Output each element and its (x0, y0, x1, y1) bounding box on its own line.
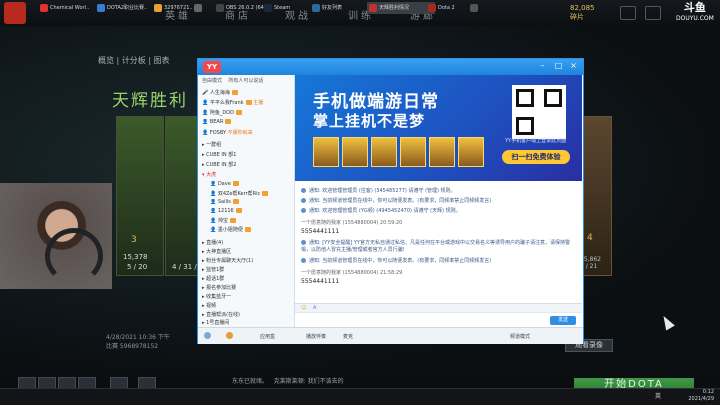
qr-code-icon (512, 85, 566, 139)
headset-icon (45, 228, 103, 284)
yy-titlebar[interactable]: YY – □ × (198, 59, 583, 75)
qr-caption: YY手机客户端上登录此页面 (505, 138, 567, 144)
banner-hero-portraits (313, 137, 493, 167)
hero-rank: 4 (587, 233, 593, 243)
hero-portrait (458, 137, 484, 167)
chat-message: 5554441111 (301, 228, 340, 235)
taskbar-item[interactable] (468, 2, 500, 14)
app-icon[interactable] (226, 332, 233, 339)
maximize-icon[interactable]: □ (554, 61, 563, 70)
accompaniment-button[interactable]: 播放伴奏 (306, 333, 326, 340)
yy-voice-window: YY – □ × 自由模式 所有人可以说话 🎤 人生海海 👤 平平么我Frank… (197, 58, 584, 344)
chat-message: 通知: 当前频道管理员在线中，你可以随便发表。(有要求，同频率禁止同频频发言) (301, 198, 579, 205)
taskbar-item[interactable]: 天辉胜利情况 (367, 2, 435, 14)
hero-portrait (400, 137, 426, 167)
hero-portrait (313, 137, 339, 167)
match-info: 4/28/2021 10:36 下午 比赛 5968978152 (106, 334, 170, 350)
emoji-icon[interactable]: ☺ (301, 305, 306, 311)
hero-portrait (429, 137, 455, 167)
user-row[interactable]: 👤 BEAR (202, 119, 292, 129)
chat-input[interactable] (295, 312, 582, 327)
chat-message: 通知: [YY安全提醒] YY官方无私自通过私信、凡是任何在平台或游戏中以交易名… (301, 240, 570, 253)
dota-chat-feed: 东东已就绪。 克莱斯莱顿: 我们不该去的 (232, 378, 344, 385)
hero-networth: 15,378 (123, 253, 148, 261)
group-row[interactable]: ▸ 一群组 (202, 141, 292, 151)
input-language[interactable]: 英 (655, 391, 661, 400)
channel-tree: 自由模式 所有人可以说话 🎤 人生海海 👤 平平么我Frank 主播 👤 阿鱼_… (198, 75, 295, 327)
font-icon[interactable]: A (313, 305, 316, 311)
hero-portrait (371, 137, 397, 167)
close-icon[interactable]: × (569, 61, 578, 70)
system-clock[interactable]: 0:12 2021/4/29 (668, 389, 714, 403)
post-game-tabs[interactable]: 概览 | 计分板 | 图表 (98, 55, 170, 66)
chat-message: 通知: 欢迎管理管理员 (住客) (345485277) 请遵守 (管理) 规则… (301, 188, 579, 195)
shard-count: 82,085 碎片 (570, 4, 595, 21)
yy-bottom-bar: 应用盒 播放伴奏 麦克 频道模式 (198, 327, 583, 344)
chat-message: 通知: 当前频道管理员在线中，你可以随便发表。(有要求，同频率禁止同频频发言) (301, 258, 579, 265)
user-row[interactable]: 👤 平平么我Frank 主播 (202, 99, 292, 109)
user-row[interactable]: 👤 阿鱼_DOD (202, 109, 292, 119)
hero-portrait (342, 137, 368, 167)
mode-label: 自由模式 所有人可以说话 (202, 78, 264, 84)
chat-message: 一个愿意随的我家 (1554880004) 21:58:29 (301, 270, 403, 276)
hero-card[interactable]: 3 15,378 5 / 20 (116, 116, 164, 276)
dota-logo-icon[interactable] (4, 2, 26, 24)
banner-headline: 手机做端游日常 (313, 92, 439, 112)
hero-kda: 5 / 20 (127, 263, 148, 271)
scan-button[interactable]: 扫一扫免费体验 (502, 150, 570, 164)
chat-log: 通知: 欢迎管理管理员 (住客) (345485277) 请遵守 (管理) 规则… (295, 182, 582, 302)
yy-logo-icon: YY (203, 61, 221, 73)
user-row[interactable]: 👤 FOSBY 不服你就来 (202, 129, 292, 139)
minimize-icon[interactable]: – (538, 61, 547, 70)
group-row[interactable]: ▸ CUBE IN 部2 (202, 161, 292, 171)
group-row[interactable]: ▸ CUBE IN 部1 (202, 151, 292, 161)
mic-icon[interactable] (204, 332, 211, 339)
hero-card[interactable] (580, 116, 612, 276)
channel-mode-button[interactable]: 频道模式 (510, 333, 530, 340)
chat-icon[interactable] (620, 6, 636, 20)
group-row[interactable]: ▾ 大虎 (202, 171, 292, 181)
app-box-button[interactable]: 应用盒 (260, 333, 275, 340)
promo-banner[interactable]: 手机做端游日常 掌上挂机不是梦 YY手机客户端上登录此页面 扫一扫免费体验 (295, 75, 582, 181)
hero-rank: 3 (131, 235, 137, 245)
mic-button[interactable]: 麦克 (343, 333, 353, 340)
send-button[interactable]: 发送 (550, 316, 576, 325)
chat-message: 一个愿意随的我家 (1554880004) 20:59:20 (301, 220, 403, 226)
settings-icon[interactable] (645, 6, 661, 20)
user-row[interactable]: 🎤 人生海海 (202, 89, 292, 99)
windows-taskbar (0, 388, 720, 405)
chat-toolbar: ☺ A (295, 303, 582, 312)
chat-message: 通知: 欢迎管理管理员 (YG频) (4945452470) 请遵守 (天辉) … (301, 208, 579, 215)
user-row[interactable]: 👤 墨小姐随便 (210, 226, 300, 236)
chat-message: 5554441111 (301, 278, 340, 285)
banner-subheadline: 掌上挂机不是梦 (313, 112, 426, 130)
victory-title: 天辉胜利 (112, 91, 188, 111)
douyu-watermark: 斗鱼 DOUYU.COM (676, 1, 714, 22)
